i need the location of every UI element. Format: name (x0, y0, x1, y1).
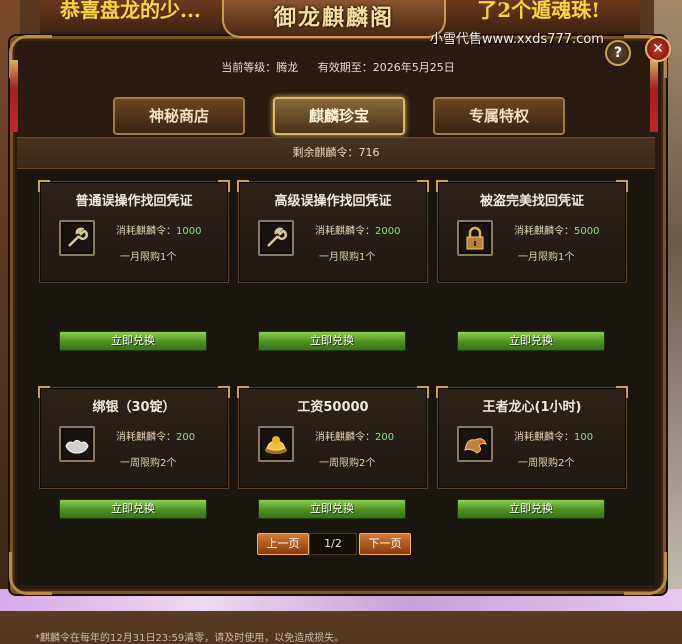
cost-value: 200 (176, 432, 196, 443)
item-name: 王者龙心(1小时) (482, 400, 582, 415)
watermark: 小雪代售www.xxds777.com (430, 32, 604, 47)
item-card: 普通误操作找回凭证 消耗麒麟令：1000 一月限购1个 (38, 180, 230, 283)
purchase-limit: 一周限购2个 (518, 458, 575, 469)
tab-exclusive-privileges[interactable]: 专属特权 (433, 97, 565, 135)
status-line: 当前等级：腾龙 有效期至：2026年5月25日 (13, 59, 663, 75)
exchange-button[interactable]: 立即兑换 (59, 331, 207, 351)
item-name: 高级误操作找回凭证 (274, 194, 392, 209)
item-cost: 消耗麒麟令：100 (514, 428, 593, 443)
purchase-limit: 一月限购1个 (319, 252, 376, 263)
purchase-limit: 一月限购1个 (120, 252, 177, 263)
item-cost: 消耗麒麟令：2000 (315, 222, 400, 237)
dialog-frame: 当前等级：腾龙 有效期至：2026年5月25日 神秘商店 麒麟珍宝 专属特权 剩… (9, 35, 667, 644)
item-cost: 消耗麒麟令：1000 (116, 222, 201, 237)
decorative-tassel (650, 60, 658, 132)
exchange-button[interactable]: 立即兑换 (457, 331, 605, 351)
exchange-button[interactable]: 立即兑换 (457, 499, 605, 519)
cost-value: 5000 (574, 226, 600, 237)
purchase-limit: 一月限购1个 (518, 252, 575, 263)
level-label: 当前等级：腾龙 (221, 61, 299, 74)
item-card: 工资50000 消耗麒麟令：200 一周限购2个 (237, 386, 429, 489)
purchase-limit: 一周限购2个 (319, 458, 376, 469)
tab-bar: 神秘商店 麒麟珍宝 专属特权 (107, 95, 577, 135)
tab-mystery-shop[interactable]: 神秘商店 (113, 97, 245, 135)
item-cost: 消耗麒麟令：200 (315, 428, 394, 443)
item-card: 绑银（30锭） 消耗麒麟令：200 一周限购2个 (38, 386, 230, 489)
gold-ingot-icon (258, 426, 294, 462)
cost-label: 消耗麒麟令： (514, 432, 574, 443)
wrench-icon (258, 220, 294, 256)
exchange-button[interactable]: 立即兑换 (258, 499, 406, 519)
page-indicator: 1/2 (309, 533, 357, 555)
banner-message-left: 恭喜盘龙的少... (60, 0, 201, 22)
window-title: 御龙麒麟阁 (222, 0, 446, 38)
purchase-limit: 一周限购2个 (120, 458, 177, 469)
item-name: 被盗完美找回凭证 (479, 194, 584, 209)
cost-label: 消耗麒麟令： (116, 432, 176, 443)
item-name: 绑银（30锭） (92, 400, 176, 415)
item-name: 普通误操作找回凭证 (75, 194, 193, 209)
cost-value: 1000 (176, 226, 202, 237)
help-button[interactable]: ? (605, 40, 631, 66)
cost-label: 消耗麒麟令： (116, 226, 176, 237)
next-page-button[interactable]: 下一页 (359, 533, 411, 555)
window-title-text: 御龙麒麟阁 (273, 5, 394, 31)
cost-label: 消耗麒麟令： (514, 226, 574, 237)
tab-qilin-treasures[interactable]: 麒麟珍宝 (273, 97, 405, 135)
item-card: 高级误操作找回凭证 消耗麒麟令：2000 一月限购1个 (237, 180, 429, 283)
remaining-tokens: 剩余麒麟令：716 (17, 137, 655, 169)
item-grid: 普通误操作找回凭证 消耗麒麟令：1000 一月限购1个 立即兑换 高级误操作找回… (17, 169, 655, 644)
cost-label: 消耗麒麟令： (315, 226, 375, 237)
cost-value: 100 (574, 432, 594, 443)
expiry-label: 有效期至：2026年5月25日 (317, 61, 455, 74)
cost-value: 2000 (375, 226, 401, 237)
item-card: 被盗完美找回凭证 消耗麒麟令：5000 一月限购1个 (436, 180, 628, 283)
pagination: 上一页 1/2 下一页 (13, 531, 663, 557)
exchange-button[interactable]: 立即兑换 (59, 499, 207, 519)
wrench-icon (59, 220, 95, 256)
reset-notice: *麒麟令在每年的12月31日23:59清零，请及时使用，以免造成损失。 (35, 633, 345, 644)
cost-label: 消耗麒麟令： (315, 432, 375, 443)
silver-ingot-icon (59, 426, 95, 462)
exchange-button[interactable]: 立即兑换 (258, 331, 406, 351)
close-button[interactable]: ✕ (645, 36, 671, 62)
banner-message-right: 了2个遁魂珠! (477, 0, 600, 22)
item-card: 王者龙心(1小时) 消耗麒麟令：100 一周限购2个 (436, 386, 628, 489)
lock-icon (457, 220, 493, 256)
cost-value: 200 (375, 432, 395, 443)
item-cost: 消耗麒麟令：200 (116, 428, 195, 443)
item-name: 工资50000 (297, 400, 369, 415)
previous-page-button[interactable]: 上一页 (257, 533, 309, 555)
item-cost: 消耗麒麟令：5000 (514, 222, 599, 237)
decorative-tassel (10, 60, 18, 132)
dragon-icon (457, 426, 493, 462)
